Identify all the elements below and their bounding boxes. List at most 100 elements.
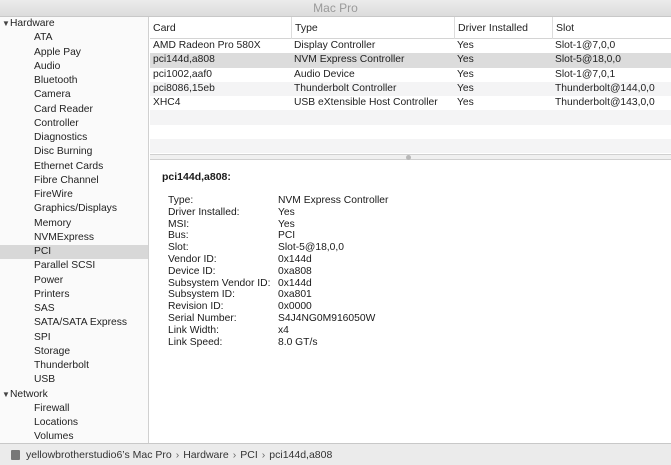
sidebar-item-usb[interactable]: USB [0, 373, 148, 387]
sidebar-group-hardware[interactable]: ▼ Hardware [0, 17, 148, 31]
sidebar-item-pci[interactable]: PCI [0, 245, 148, 260]
breadcrumb-item[interactable]: Hardware [183, 449, 229, 461]
table-body: AMD Radeon Pro 580X Display Controller Yes… [150, 39, 671, 153]
detail-label: Device ID: [168, 265, 216, 277]
table-cell: USB eXtensible Host Controller [294, 97, 438, 108]
detail-row: Vendor ID: 0x144d [168, 254, 312, 266]
detail-value: 0x144d [278, 254, 312, 265]
sidebar-item-graphics-displays[interactable]: Graphics/Displays [0, 202, 148, 216]
table-cell: pci8086,15eb [153, 82, 215, 94]
detail-row: Subsystem ID: 0xa801 [168, 289, 312, 301]
detail-value: 8.0 GT/s [278, 336, 318, 348]
detail-label: Bus: [168, 230, 189, 242]
sidebar-item-card-reader[interactable]: Card Reader [0, 103, 148, 117]
sidebar-item-bluetooth[interactable]: Bluetooth [0, 74, 148, 88]
detail-value: PCI [278, 230, 296, 242]
sidebar-item-printers[interactable]: Printers [0, 288, 148, 302]
sidebar-item-disc-burning[interactable]: Disc Burning [0, 145, 148, 159]
detail-value: Yes [278, 218, 295, 230]
sidebar-item-firewire[interactable]: FireWire [0, 188, 148, 202]
breadcrumb-item[interactable]: PCI [240, 449, 258, 461]
table-header: Card Type Driver Installed Slot [150, 17, 671, 39]
table-row[interactable]: XHC4 USB eXtensible Host Controller Yes Thu… [150, 96, 671, 110]
sidebar-item-parallel-scsi[interactable]: Parallel SCSI [0, 259, 148, 273]
sidebar-item-ata[interactable]: ATA [0, 31, 148, 45]
breadcrumb-item[interactable]: yellowbrotherstudio6’s Mac Pro [26, 449, 172, 461]
sidebar-item-thunderbolt[interactable]: Thunderbolt [0, 359, 148, 373]
column-header-card[interactable]: Card [150, 17, 291, 39]
disclosure-triangle-icon[interactable]: ▼ [2, 17, 10, 31]
table-cell: Slot-1@7,0,0 [555, 40, 616, 51]
detail-label: Vendor ID: [168, 254, 217, 265]
column-header-slot[interactable]: Slot [552, 17, 671, 39]
disclosure-triangle-icon[interactable]: ▼ [2, 388, 10, 402]
sidebar-item-nvmexpress[interactable]: NVMExpress [0, 231, 148, 245]
detail-row: Subsystem Vendor ID: 0x144d [168, 278, 312, 290]
detail-row: Type: NVM Express Controller [168, 195, 388, 207]
detail-value: 0x144d [278, 277, 312, 289]
table-row-empty [150, 110, 671, 125]
sidebar-item-controller[interactable]: Controller [0, 117, 148, 131]
table-cell: Thunderbolt@143,0,0 [555, 97, 655, 108]
table-cell: Yes [457, 82, 474, 94]
table-cell: pci144d,a808 [153, 54, 215, 66]
detail-label: Slot: [168, 242, 189, 254]
breadcrumb-separator: › [175, 449, 180, 461]
sidebar-item-storage[interactable]: Storage [0, 345, 148, 359]
sidebar-item-camera[interactable]: Camera [0, 88, 148, 102]
table-cell: Thunderbolt Controller [294, 82, 397, 94]
detail-title: pci144d,a808: [162, 171, 231, 183]
table-cell: XHC4 [153, 97, 181, 108]
sidebar-item-spi[interactable]: SPI [0, 331, 148, 345]
table-cell: Yes [457, 54, 474, 66]
detail-label: Driver Installed: [168, 206, 240, 218]
detail-label: Serial Number: [168, 313, 237, 324]
sidebar-item-sata-sata-express[interactable]: SATA/SATA Express [0, 316, 148, 330]
detail-label: Link Speed: [168, 336, 223, 348]
sidebar-item-locations[interactable]: Locations [0, 416, 148, 430]
table-cell: AMD Radeon Pro 580X [153, 40, 261, 51]
sidebar-item-ethernet-cards[interactable]: Ethernet Cards [0, 160, 148, 174]
sidebar-group-network[interactable]: ▼ Network [0, 388, 148, 402]
table-row[interactable]: pci144d,a808 NVM Express Controller Yes Slo… [150, 53, 671, 68]
detail-value: 0x0000 [278, 301, 312, 313]
detail-label: Subsystem ID: [168, 289, 235, 301]
column-header-driver-installed[interactable]: Driver Installed [454, 17, 552, 39]
sidebar-item-sas[interactable]: SAS [0, 302, 148, 316]
sidebar-item-volumes[interactable]: Volumes [0, 430, 148, 443]
detail-value: 0xa801 [278, 289, 312, 301]
sidebar-group-label: Hardware [10, 18, 55, 29]
detail-label: MSI: [168, 218, 190, 230]
detail-row: Serial Number: S4J4NG0M916050W [168, 313, 375, 325]
table-cell: Slot-5@18,0,0 [555, 54, 621, 66]
table-row[interactable]: pci8086,15eb Thunderbolt Controller Yes Thu… [150, 81, 671, 96]
table-cell: Yes [457, 68, 474, 80]
table-cell: Audio Device [294, 68, 355, 80]
sidebar-item-apple-pay[interactable]: Apple Pay [0, 46, 148, 60]
detail-row: Bus: PCI [168, 230, 295, 242]
breadcrumb-separator: › [261, 449, 266, 461]
table-row-empty [150, 138, 671, 153]
computer-icon [11, 450, 20, 460]
table-row[interactable]: AMD Radeon Pro 580X Display Controller Yes… [150, 39, 671, 53]
detail-value: x4 [278, 324, 289, 336]
breadcrumb-item[interactable]: pci144d,a808 [269, 449, 332, 461]
sidebar-item-memory[interactable]: Memory [0, 217, 148, 231]
detail-row: Slot: Slot-5@18,0,0 [168, 242, 344, 254]
detail-row: Link Width: x4 [168, 325, 289, 337]
statusbar: yellowbrotherstudio6’s Mac Pro › Hardware ›… [0, 443, 671, 465]
table-row[interactable]: pci1002,aaf0 Audio Device Yes Slot-1@7,0,1 [150, 68, 671, 82]
detail-value: S4J4NG0M916050W [278, 313, 376, 324]
sidebar-item-audio[interactable]: Audio [0, 60, 148, 74]
sidebar-item-power[interactable]: Power [0, 274, 148, 288]
table-cell: Slot-1@7,0,1 [555, 68, 616, 80]
sidebar-item-fibre-channel[interactable]: Fibre Channel [0, 174, 148, 188]
detail-row: Link Speed: 8.0 GT/s [168, 337, 317, 349]
sidebar-item-diagnostics[interactable]: Diagnostics [0, 131, 148, 145]
detail-row: Device ID: 0xa808 [168, 266, 312, 278]
detail-label: Link Width: [168, 324, 219, 336]
detail-label: Type: [168, 195, 194, 206]
sidebar-item-firewall[interactable]: Firewall [0, 402, 148, 416]
column-header-type[interactable]: Type [291, 17, 454, 39]
window-titlebar: Mac Pro [0, 0, 671, 17]
